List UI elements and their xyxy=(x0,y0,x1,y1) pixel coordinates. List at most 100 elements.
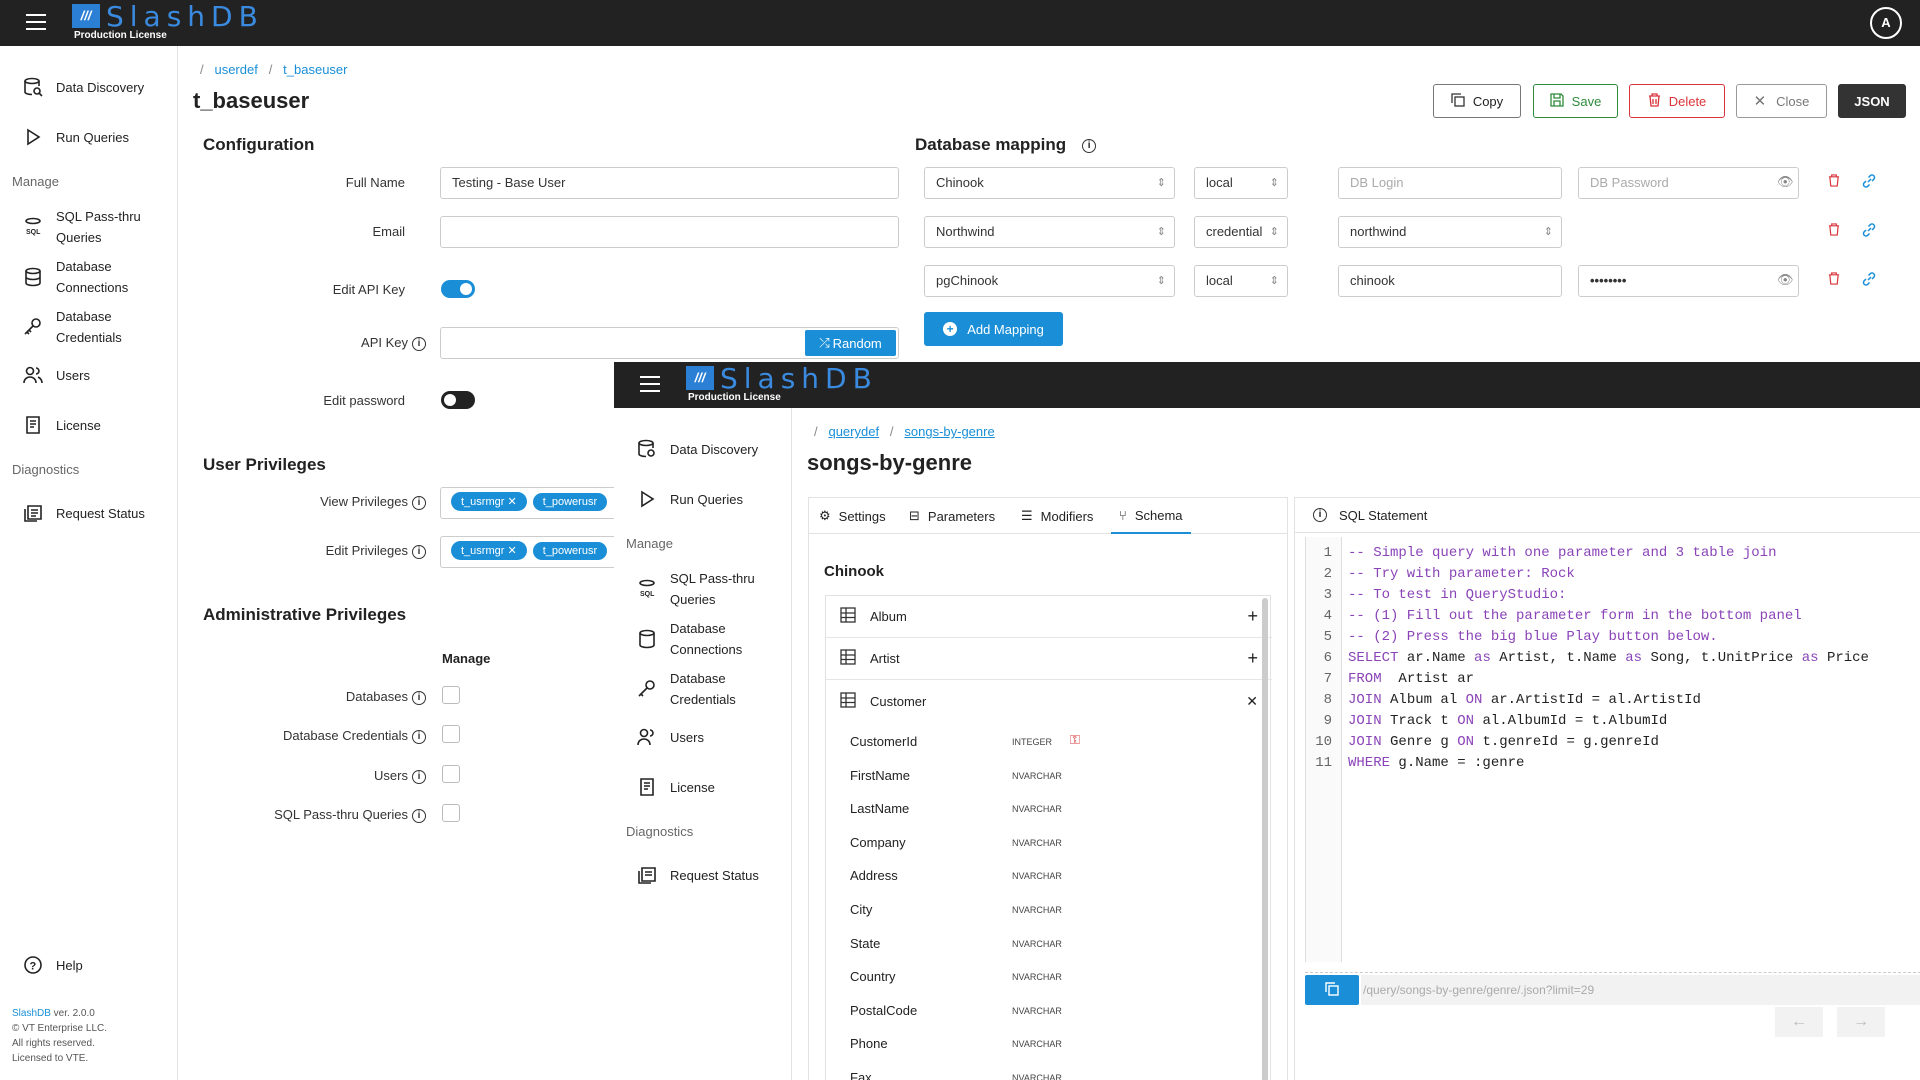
menu-icon[interactable] xyxy=(26,14,46,30)
db-password-input-3[interactable]: •••••••• xyxy=(1578,265,1799,297)
schema-table-customer[interactable]: Customer ✕ xyxy=(826,680,1272,722)
line-number: 3 xyxy=(1323,587,1332,603)
edit-api-key-toggle[interactable] xyxy=(441,280,475,298)
column-type: NVARCHAR xyxy=(1012,871,1062,882)
info-icon[interactable]: i xyxy=(412,729,426,744)
edit-privileges-select[interactable]: t_usrmgr ✕ t_powerusr xyxy=(440,536,620,568)
sql-line: -- Try with parameter: Rock xyxy=(1348,566,1575,582)
breadcrumb-t-baseuser[interactable]: t_baseuser xyxy=(283,62,347,77)
schema-table-album[interactable]: Album + xyxy=(826,596,1272,638)
sidebar-item-users[interactable]: Users xyxy=(636,726,704,748)
link-icon[interactable] xyxy=(1861,271,1877,290)
sidebar-item-database-connections[interactable]: Database Connections xyxy=(636,618,770,660)
sidebar-item-run-queries[interactable]: Run Queries xyxy=(22,126,129,148)
sidebar-item-request-status[interactable]: Request Status xyxy=(22,502,145,524)
sidebar-item-data-discovery[interactable]: Data Discovery xyxy=(636,438,758,460)
menu-icon[interactable] xyxy=(640,376,660,392)
databases-checkbox[interactable] xyxy=(442,686,460,704)
database-credentials-label: Database Credentials i xyxy=(230,728,426,744)
delete-button[interactable]: Delete xyxy=(1629,84,1725,118)
breadcrumb-querydef[interactable]: querydef xyxy=(828,424,879,439)
back-arrow-icon[interactable]: ← xyxy=(1775,1007,1823,1037)
list-icon xyxy=(636,864,658,886)
mapping-db-select-2[interactable]: Northwind xyxy=(924,216,1175,248)
app-logo[interactable]: /// SlashDB Production License xyxy=(686,362,872,406)
add-mapping-button[interactable]: + Add Mapping xyxy=(924,312,1063,346)
sidebar-item-sql-pass-thru[interactable]: SQL SQL Pass-thru Queries xyxy=(22,206,156,248)
edit-password-toggle[interactable] xyxy=(441,391,475,409)
sidebar-item-license[interactable]: License xyxy=(636,776,715,798)
column-name: Address xyxy=(850,868,898,884)
mapping-db-select-1[interactable]: Chinook xyxy=(924,167,1175,199)
sidebar-item-label: Help xyxy=(56,957,83,973)
sidebar-item-users[interactable]: Users xyxy=(22,364,90,386)
avatar[interactable]: A xyxy=(1870,7,1902,39)
tab-modifiers[interactable]: ☰ Modifiers xyxy=(1021,498,1093,534)
info-icon[interactable]: i xyxy=(412,336,426,351)
sidebar-item-database-credentials[interactable]: Database Credentials xyxy=(22,306,156,348)
users-checkbox[interactable] xyxy=(442,765,460,783)
collapse-icon[interactable]: ✕ xyxy=(1246,693,1258,710)
sidebar-item-help[interactable]: ? Help xyxy=(22,954,83,976)
random-button[interactable]: ⤮ Random xyxy=(805,330,896,356)
breadcrumb-songs-by-genre[interactable]: songs-by-genre xyxy=(904,424,994,439)
sidebar-item-sql-pass-thru[interactable]: SQL SQL Pass-thru Queries xyxy=(636,568,770,610)
mapping-credential-select-2[interactable]: northwind xyxy=(1338,216,1562,248)
expand-icon[interactable]: + xyxy=(1247,606,1258,627)
info-icon[interactable]: i xyxy=(1082,138,1097,153)
sidebar-item-license[interactable]: License xyxy=(22,414,101,436)
mapping-type-select-3[interactable]: local xyxy=(1194,265,1288,297)
sidebar-item-request-status[interactable]: Request Status xyxy=(636,864,759,886)
expand-icon[interactable]: + xyxy=(1247,648,1258,669)
query-url[interactable]: /query/songs-by-genre/genre/.json?limit=… xyxy=(1361,975,1920,1005)
eye-icon[interactable]: 👁 xyxy=(1777,272,1794,288)
db-password-input-1[interactable]: DB Password xyxy=(1578,167,1799,199)
breadcrumb-sep: / xyxy=(268,62,273,77)
copy-button[interactable]: Copy xyxy=(1433,84,1521,118)
save-label: Save xyxy=(1571,93,1602,109)
link-icon[interactable] xyxy=(1861,222,1877,241)
info-icon[interactable]: i xyxy=(412,690,426,705)
sql-pass-thru-checkbox[interactable] xyxy=(442,804,460,822)
license-label: Production License xyxy=(74,30,167,41)
email-input[interactable] xyxy=(440,216,899,248)
sidebar-item-run-queries[interactable]: Run Queries xyxy=(636,488,743,510)
info-icon[interactable]: i xyxy=(1313,508,1327,522)
tab-parameters[interactable]: ⊟ Parameters xyxy=(909,498,995,534)
db-login-input-1[interactable]: DB Login xyxy=(1338,167,1562,199)
close-button[interactable]: ✕ Close xyxy=(1736,84,1827,118)
info-icon[interactable]: i xyxy=(412,495,426,510)
database-credentials-checkbox[interactable] xyxy=(442,725,460,743)
schema-table-artist[interactable]: Artist + xyxy=(826,638,1272,680)
tab-schema[interactable]: ⑂ Schema xyxy=(1111,498,1191,534)
forward-arrow-icon[interactable]: → xyxy=(1837,1007,1885,1037)
scrollbar[interactable] xyxy=(1262,598,1268,1080)
trash-icon[interactable] xyxy=(1828,223,1840,239)
copy-url-button[interactable] xyxy=(1305,975,1359,1005)
breadcrumb-userdef[interactable]: userdef xyxy=(214,62,257,77)
sidebar-item-database-connections[interactable]: Database Connections xyxy=(22,256,156,298)
info-icon[interactable]: i xyxy=(412,544,426,559)
link-icon[interactable] xyxy=(1861,173,1877,192)
licensed-to: Licensed to VTE. xyxy=(12,1053,89,1064)
app-logo[interactable]: /// SlashDB Production License xyxy=(72,0,258,44)
full-name-input[interactable]: Testing - Base User xyxy=(440,167,899,199)
sidebar-item-data-discovery[interactable]: Data Discovery xyxy=(22,76,144,98)
sidebar-item-database-credentials[interactable]: Database Credentials xyxy=(636,668,770,710)
mapping-db-select-3[interactable]: pgChinook xyxy=(924,265,1175,297)
product-link[interactable]: SlashDB xyxy=(12,1008,51,1019)
sql-editor[interactable]: 1 -- Simple query with one parameter and … xyxy=(1305,537,1920,962)
trash-icon[interactable] xyxy=(1828,272,1840,288)
info-icon[interactable]: i xyxy=(412,808,426,823)
eye-icon[interactable]: 👁 xyxy=(1777,174,1794,190)
save-button[interactable]: Save xyxy=(1533,84,1618,118)
db-login-input-3[interactable]: chinook xyxy=(1338,265,1562,297)
json-button[interactable]: JSON xyxy=(1838,84,1906,118)
tab-settings[interactable]: ⚙ Settings xyxy=(819,498,886,534)
trash-icon[interactable] xyxy=(1828,174,1840,190)
mapping-type-select-2[interactable]: credential xyxy=(1194,216,1288,248)
view-privileges-select[interactable]: t_usrmgr ✕ t_powerusr xyxy=(440,487,620,519)
overlay-page-title: songs-by-genre xyxy=(807,450,973,475)
mapping-type-select-1[interactable]: local xyxy=(1194,167,1288,199)
info-icon[interactable]: i xyxy=(412,769,426,784)
